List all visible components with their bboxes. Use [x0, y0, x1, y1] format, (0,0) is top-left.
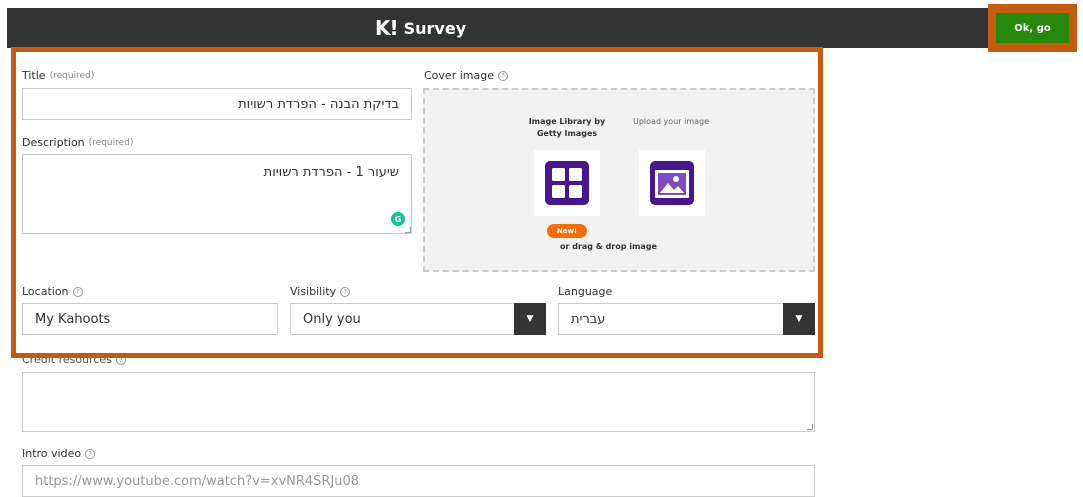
visibility-label-text: Visibility: [290, 285, 337, 298]
title-required: (required): [49, 70, 95, 81]
intro-video-placeholder: https://www.youtube.com/watch?v=xvNR4SRJ…: [35, 473, 360, 489]
location-value: My Kahoots: [35, 311, 111, 327]
intro-video-input[interactable]: https://www.youtube.com/watch?v=xvNR4SRJ…: [22, 465, 815, 497]
resize-handle-icon[interactable]: [405, 227, 411, 233]
credit-resources-label-text: Credit resources: [22, 353, 112, 366]
help-circle-icon[interactable]: ?: [115, 354, 126, 365]
description-value: שיעור 1 - הפרדת רשויות: [263, 165, 399, 180]
cover-image-label: Cover image ?: [424, 69, 508, 82]
kahoot-survey-logo: K! Survey: [375, 16, 466, 40]
image-library-line1: Image Library by: [528, 117, 606, 126]
language-label: Language: [558, 285, 612, 298]
help-circle-icon[interactable]: ?: [72, 286, 83, 297]
upload-image-title: Upload your image: [632, 117, 710, 126]
top-bar: K! Survey: [7, 8, 1075, 48]
help-circle-icon[interactable]: ?: [497, 70, 508, 81]
description-label-text: Description: [22, 136, 85, 149]
title-value: בדיקת הבנה - הפרדת רשויות: [238, 96, 399, 112]
title-label-text: Title: [22, 69, 46, 82]
help-circle-icon[interactable]: ?: [85, 448, 96, 459]
help-circle-icon[interactable]: ?: [340, 286, 351, 297]
grid-icon: [545, 161, 589, 205]
language-value: עברית: [571, 311, 606, 327]
credit-resources-label: Credit resources ?: [22, 353, 126, 366]
description-textarea[interactable]: שיעור 1 - הפרדת רשויות: [22, 154, 412, 234]
credit-resources-textarea[interactable]: [22, 372, 815, 432]
title-input[interactable]: בדיקת הבנה - הפרדת רשויות: [22, 88, 412, 120]
location-label: Location ?: [22, 285, 83, 298]
language-select[interactable]: עברית: [558, 303, 815, 335]
language-label-text: Language: [558, 285, 613, 298]
intro-video-label: Intro video ?: [22, 447, 96, 460]
image-library-tile[interactable]: [534, 150, 600, 216]
grammarly-icon[interactable]: G: [391, 212, 405, 226]
drag-drop-text: or drag & drop image: [560, 242, 657, 251]
title-label: Title (required): [22, 69, 94, 82]
visibility-label: Visibility ?: [290, 285, 351, 298]
new-badge: New!: [547, 224, 587, 238]
upload-image-tile[interactable]: [639, 150, 705, 216]
caret-down-icon[interactable]: ▼: [783, 303, 815, 335]
location-input[interactable]: My Kahoots: [22, 303, 278, 335]
image-library-title: Image Library by Getty Images: [520, 116, 614, 140]
ok-go-button[interactable]: Ok, go: [996, 13, 1069, 43]
location-label-text: Location: [22, 285, 69, 298]
visibility-value: Only you: [303, 311, 361, 327]
description-required: (required): [88, 137, 134, 148]
description-label: Description (required): [22, 136, 133, 149]
intro-video-label-text: Intro video: [22, 447, 82, 460]
logo-mark: K!: [375, 16, 399, 40]
visibility-select[interactable]: Only you: [290, 303, 546, 335]
cover-image-label-text: Cover image: [424, 69, 494, 82]
logo-text: Survey: [403, 18, 467, 38]
image-upload-icon: [650, 161, 694, 205]
image-library-line2: Getty Images: [536, 129, 598, 138]
caret-down-icon[interactable]: ▼: [514, 303, 546, 335]
resize-handle-icon[interactable]: [807, 424, 813, 430]
ok-go-highlight: Ok, go: [988, 4, 1077, 52]
